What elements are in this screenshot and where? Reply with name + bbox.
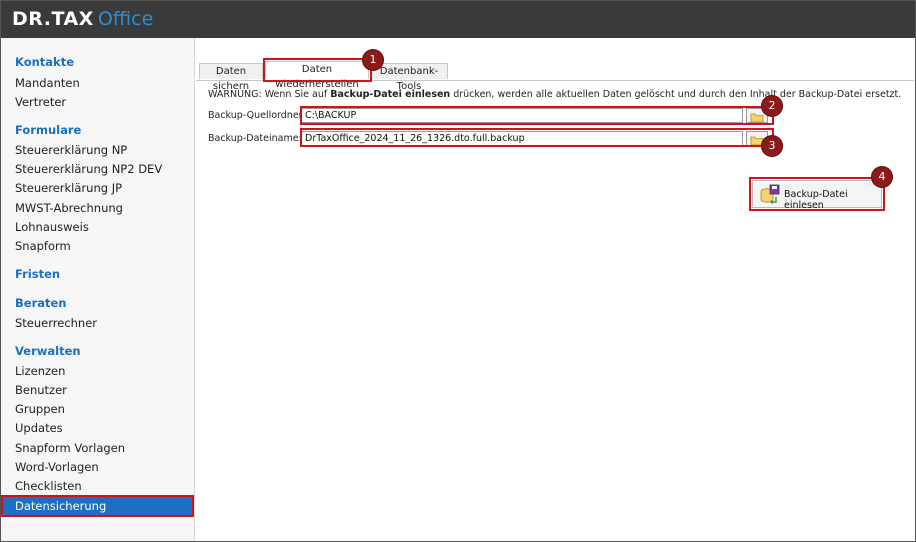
- sidebar-item-benutzer[interactable]: Benutzer: [15, 383, 67, 397]
- sidebar-item-lizenzen[interactable]: Lizenzen: [15, 364, 65, 378]
- highlight-source-folder: [300, 106, 774, 125]
- sidebar-item-steuererklaerung-jp[interactable]: Steuererklärung JP: [15, 181, 122, 195]
- sidebar-item-vertreter[interactable]: Vertreter: [15, 95, 66, 109]
- sidebar-item-snapform[interactable]: Snapform: [15, 239, 71, 253]
- sidebar: Kontakte Mandanten Vertreter Formulare S…: [1, 38, 195, 541]
- warning-suffix: drücken, werden alle aktuellen Daten gel…: [450, 89, 902, 100]
- highlight-read-button: [749, 177, 885, 211]
- source-folder-label: Backup-Quellordner:: [208, 110, 306, 121]
- step-marker-1: 1: [363, 50, 383, 70]
- sidebar-item-steuerrechner[interactable]: Steuerrechner: [15, 316, 97, 330]
- warning-prefix: WARNUNG: Wenn Sie auf: [208, 89, 331, 100]
- sidebar-section-fristen[interactable]: Fristen: [15, 267, 60, 281]
- sidebar-item-steuererklaerung-np2-dev[interactable]: Steuererklärung NP2 DEV: [15, 162, 162, 176]
- sidebar-item-word-vorlagen[interactable]: Word-Vorlagen: [15, 460, 99, 474]
- logo-brand: DR.TAX: [12, 8, 94, 30]
- logo-product: Office: [97, 8, 154, 30]
- sidebar-section-kontakte[interactable]: Kontakte: [15, 55, 74, 69]
- sidebar-item-updates[interactable]: Updates: [15, 421, 63, 435]
- sidebar-item-snapform-vorlagen[interactable]: Snapform Vorlagen: [15, 441, 125, 455]
- sidebar-section-formulare[interactable]: Formulare: [15, 123, 81, 137]
- highlight-file-name: [300, 128, 774, 147]
- warning-bold: Backup-Datei einlesen: [330, 89, 451, 100]
- warning-text: WARNUNG: Wenn Sie auf Backup-Datei einle…: [208, 89, 901, 100]
- sidebar-section-beraten[interactable]: Beraten: [15, 296, 66, 310]
- highlight-tab: [263, 58, 372, 82]
- step-marker-3: 3: [762, 136, 782, 156]
- sidebar-item-gruppen[interactable]: Gruppen: [15, 402, 65, 416]
- sidebar-item-mwst-abrechnung[interactable]: MWST-Abrechnung: [15, 201, 123, 215]
- sidebar-item-mandanten[interactable]: Mandanten: [15, 76, 80, 90]
- main-content: Daten sichern Daten wiederherstellen Dat…: [196, 38, 914, 540]
- sidebar-item-datensicherung[interactable]: Datensicherung: [1, 495, 194, 517]
- tab-daten-sichern[interactable]: Daten sichern: [199, 63, 263, 92]
- step-marker-4: 4: [872, 167, 892, 187]
- sidebar-item-steuererklaerung-np[interactable]: Steuererklärung NP: [15, 143, 127, 157]
- tab-datenbank-tools[interactable]: Datenbank-Tools: [370, 63, 448, 92]
- sidebar-section-verwalten[interactable]: Verwalten: [15, 344, 81, 358]
- app-logo: DR.TAX Office: [12, 8, 153, 30]
- sidebar-item-checklisten[interactable]: Checklisten: [15, 479, 82, 493]
- step-marker-2: 2: [762, 96, 782, 116]
- sidebar-item-lohnausweis[interactable]: Lohnausweis: [15, 220, 89, 234]
- file-name-label: Backup-Dateiname:: [208, 133, 302, 144]
- app-header: DR.TAX Office: [1, 1, 915, 38]
